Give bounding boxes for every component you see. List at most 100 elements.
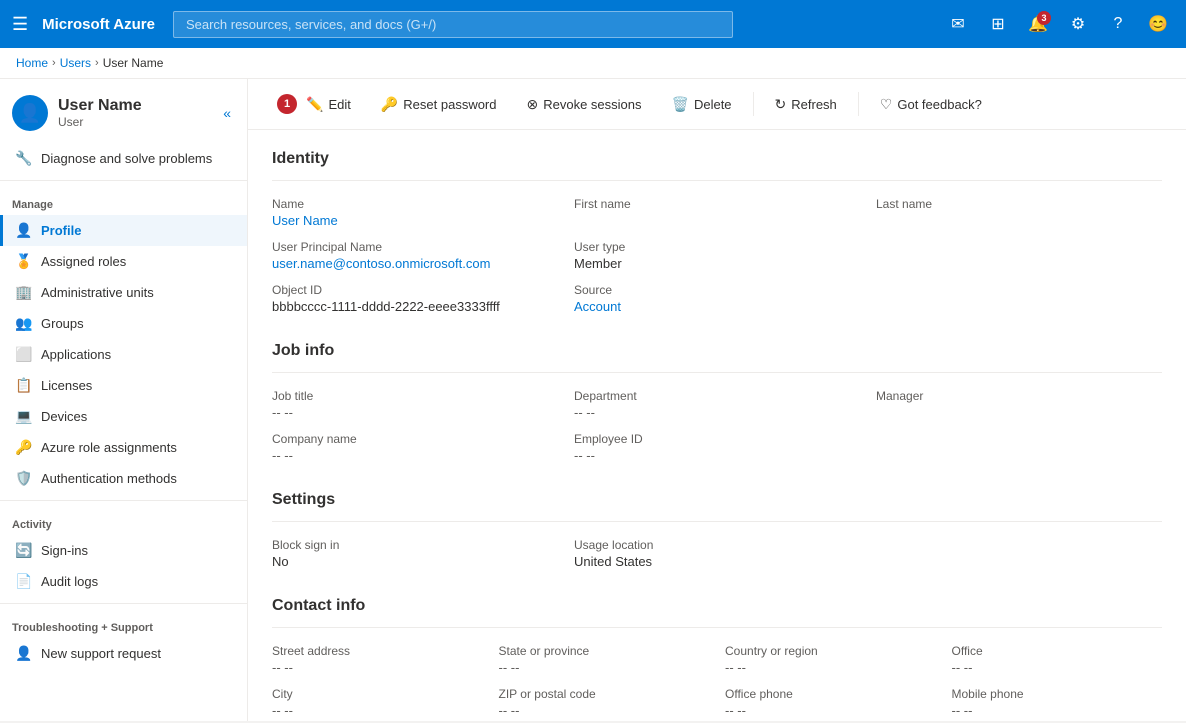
sidebar-item-admin-units[interactable]: 🏢 Administrative units <box>0 277 247 308</box>
sidebar-item-assigned-roles[interactable]: 🏅 Assigned roles <box>0 246 247 277</box>
sidebar-collapse-button[interactable]: « <box>219 101 235 125</box>
support-icon: 👤 <box>15 645 33 662</box>
upn-value[interactable]: user.name@contoso.onmicrosoft.com <box>272 256 558 271</box>
employee-id-value: -- -- <box>574 448 860 463</box>
contact-info-section-header: Contact info <box>272 577 1162 627</box>
diagnose-label: Diagnose and solve problems <box>41 151 212 166</box>
first-name-field: First name <box>574 197 860 228</box>
notifications-icon[interactable]: 🔔 3 <box>1022 8 1054 40</box>
portal-icon[interactable]: ⊞ <box>982 8 1014 40</box>
contact-info-grid: Street address -- -- State or province -… <box>272 644 1162 718</box>
usage-location-field: Usage location United States <box>574 538 860 569</box>
sidebar-item-new-support[interactable]: 👤 New support request <box>0 638 247 669</box>
country-value: -- -- <box>725 660 936 675</box>
job-title-label: Job title <box>272 389 558 403</box>
identity-grid: Name User Name First name Last name User… <box>272 197 1162 314</box>
refresh-icon: ↻ <box>775 96 787 113</box>
hamburger-menu-icon[interactable]: ☰ <box>12 14 28 35</box>
last-name-field: Last name <box>876 197 1162 228</box>
delete-button[interactable]: 🗑️ Delete <box>659 89 745 120</box>
azure-roles-label: Azure role assignments <box>41 440 177 455</box>
user-profile-icon[interactable]: 😊 <box>1142 8 1174 40</box>
sidebar-item-groups[interactable]: 👥 Groups <box>0 308 247 339</box>
sidebar-item-sign-ins[interactable]: 🔄 Sign-ins <box>0 535 247 566</box>
sidebar-item-audit-logs[interactable]: 📄 Audit logs <box>0 566 247 597</box>
feedback-button[interactable]: ♡ Got feedback? <box>867 89 995 120</box>
email-icon[interactable]: ✉ <box>942 8 974 40</box>
sidebar-item-azure-roles[interactable]: 🔑 Azure role assignments <box>0 432 247 463</box>
name-value[interactable]: User Name <box>272 213 558 228</box>
user-type-label: User type <box>574 240 860 254</box>
applications-icon: ⬜ <box>15 346 33 363</box>
sign-ins-icon: 🔄 <box>15 542 33 559</box>
reset-password-label: Reset password <box>403 97 496 112</box>
sidebar-item-devices[interactable]: 💻 Devices <box>0 401 247 432</box>
breadcrumb-sep-1: › <box>52 57 56 69</box>
help-icon[interactable]: ? <box>1102 8 1134 40</box>
department-value: -- -- <box>574 405 860 420</box>
reset-password-button[interactable]: 🔑 Reset password <box>368 89 510 120</box>
block-sign-in-value: No <box>272 554 558 569</box>
source-value[interactable]: Account <box>574 299 860 314</box>
job-info-section-header: Job info <box>272 322 1162 372</box>
refresh-button[interactable]: ↻ Refresh <box>762 89 850 120</box>
sidebar-item-diagnose[interactable]: 🔧 Diagnose and solve problems <box>0 143 247 174</box>
licenses-label: Licenses <box>41 378 92 393</box>
sidebar-user-header: 👤 User Name User « <box>0 79 247 143</box>
sidebar-divider-3 <box>0 603 247 604</box>
edit-badge: 1 <box>277 94 297 114</box>
object-id-label: Object ID <box>272 283 558 297</box>
revoke-sessions-button[interactable]: ⊗ Revoke sessions <box>514 89 655 120</box>
reset-icon: 🔑 <box>381 96 398 113</box>
sidebar-item-applications[interactable]: ⬜ Applications <box>0 339 247 370</box>
office-phone-label: Office phone <box>725 687 936 701</box>
toolbar: 1 ✏️ Edit 🔑 Reset password ⊗ Revoke sess… <box>248 79 1186 130</box>
mobile-phone-field: Mobile phone -- -- <box>952 687 1163 718</box>
sidebar-item-licenses[interactable]: 📋 Licenses <box>0 370 247 401</box>
nav-icons: ✉ ⊞ 🔔 3 ⚙ ? 😊 <box>942 8 1174 40</box>
global-search-input[interactable] <box>173 11 733 38</box>
upn-label: User Principal Name <box>272 240 558 254</box>
app-logo: Microsoft Azure <box>42 16 155 33</box>
manager-field: Manager <box>876 389 1162 420</box>
sidebar-item-profile[interactable]: 👤 Profile <box>0 215 247 246</box>
office-phone-field: Office phone -- -- <box>725 687 936 718</box>
breadcrumb-home[interactable]: Home <box>16 56 48 70</box>
state-field: State or province -- -- <box>499 644 710 675</box>
settings-section-header: Settings <box>272 471 1162 521</box>
edit-button[interactable]: 1 ✏️ Edit <box>264 87 364 121</box>
source-label: Source <box>574 283 860 297</box>
manager-label: Manager <box>876 389 1162 403</box>
country-label: Country or region <box>725 644 936 658</box>
avatar: 👤 <box>12 95 48 131</box>
settings-icon[interactable]: ⚙ <box>1062 8 1094 40</box>
edit-icon: ✏️ <box>306 96 323 113</box>
employee-id-field: Employee ID -- -- <box>574 432 860 463</box>
block-sign-in-field: Block sign in No <box>272 538 558 569</box>
refresh-label: Refresh <box>791 97 837 112</box>
sidebar-item-auth-methods[interactable]: 🛡️ Authentication methods <box>0 463 247 494</box>
sign-ins-label: Sign-ins <box>41 543 88 558</box>
office-label: Office <box>952 644 1163 658</box>
mobile-phone-value: -- -- <box>952 703 1163 718</box>
country-field: Country or region -- -- <box>725 644 936 675</box>
zip-label: ZIP or postal code <box>499 687 710 701</box>
auth-methods-label: Authentication methods <box>41 471 177 486</box>
sidebar: 👤 User Name User « 🔧 Diagnose and solve … <box>0 79 248 721</box>
object-id-field: Object ID bbbbcccc-1111-dddd-2222-eeee33… <box>272 283 558 314</box>
sidebar-divider-2 <box>0 500 247 501</box>
job-title-field: Job title -- -- <box>272 389 558 420</box>
breadcrumb-sep-2: › <box>95 57 99 69</box>
settings-divider <box>272 521 1162 522</box>
empty-col-1 <box>876 240 1162 271</box>
company-name-field: Company name -- -- <box>272 432 558 463</box>
name-label: Name <box>272 197 558 211</box>
zip-value: -- -- <box>499 703 710 718</box>
street-field: Street address -- -- <box>272 644 483 675</box>
company-name-label: Company name <box>272 432 558 446</box>
audit-logs-label: Audit logs <box>41 574 98 589</box>
profile-icon: 👤 <box>15 222 33 239</box>
breadcrumb-users[interactable]: Users <box>60 56 91 70</box>
azure-roles-icon: 🔑 <box>15 439 33 456</box>
upn-field: User Principal Name user.name@contoso.on… <box>272 240 558 271</box>
